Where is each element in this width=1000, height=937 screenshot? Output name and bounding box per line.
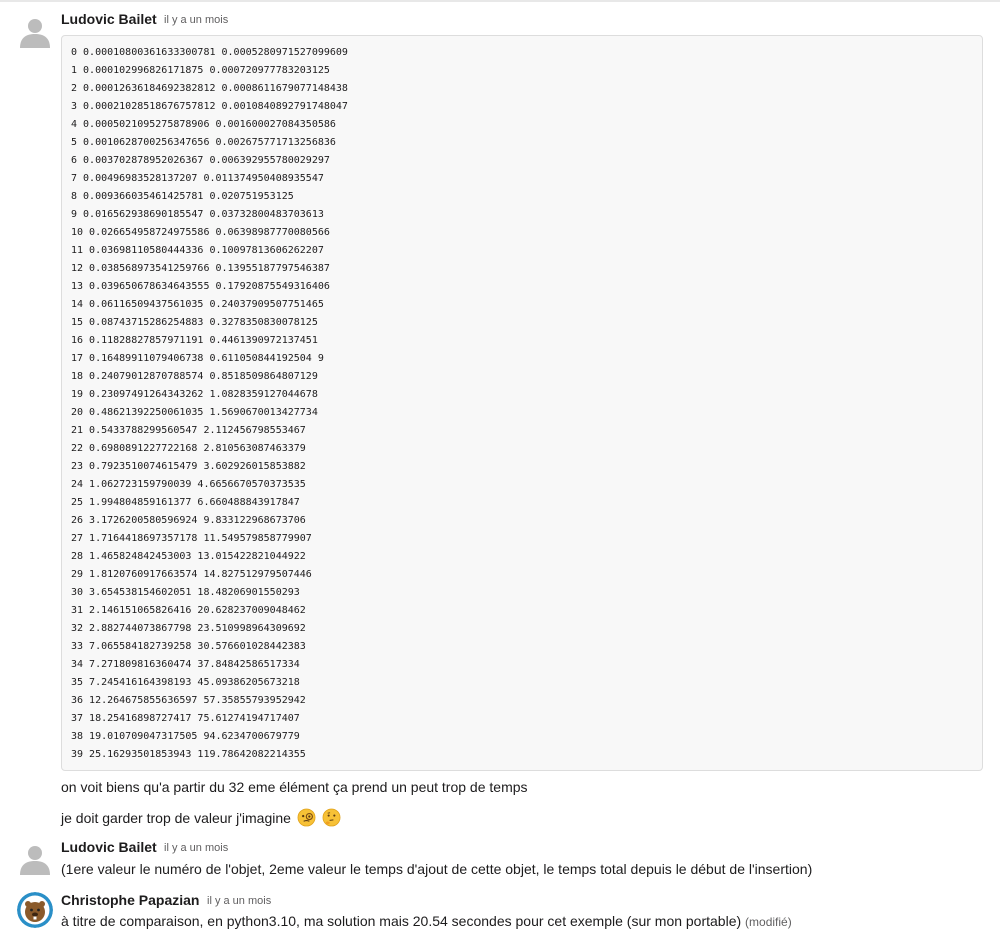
edited-label: (modifié) [745, 915, 792, 929]
code-line: 19 0.23097491264343262 1.082835912704467… [71, 389, 318, 400]
code-line: 25 1.994804859161377 6.660488843917847 [71, 497, 300, 508]
message-text-container: à titre de comparaison, en python3.10, m… [61, 913, 792, 929]
code-line: 30 3.654538154602051 18.48206901550293 [71, 587, 300, 598]
code-line: 5 0.0010628700256347656 0.00267577171325… [71, 137, 336, 148]
code-line: 9 0.016562938690185547 0.037328004837036… [71, 209, 324, 220]
default-avatar-icon [17, 14, 53, 50]
code-line: 4 0.0005021095275878906 0.00160002708435… [71, 119, 336, 130]
code-line: 18 0.24079012870788574 0.851850986480712… [71, 371, 318, 382]
code-line: 28 1.465824842453003 13.015422821044922 [71, 551, 306, 562]
beaver-avatar-icon [17, 892, 53, 928]
user-avatar[interactable] [17, 14, 53, 50]
code-line: 23 0.7923510074615479 3.602926015853882 [71, 461, 306, 472]
code-line: 10 0.026654958724975586 0.06398987770080… [71, 227, 330, 238]
message-timestamp[interactable]: il y a un mois [164, 14, 228, 26]
code-line: 15 0.08743715286254883 0.327835083007812… [71, 317, 318, 328]
code-line: 13 0.039650678634643555 0.17920875549316… [71, 281, 330, 292]
code-line: 20 0.48621392250061035 1.569067001342773… [71, 407, 318, 418]
code-line: 3 0.00021028518676757812 0.0010840892791… [71, 101, 348, 112]
code-line: 7 0.00496983528137207 0.0113749504089355… [71, 173, 324, 184]
code-line: 34 7.271809816360474 37.84842586517334 [71, 659, 300, 670]
code-line: 35 7.245416164398193 45.09386205673218 [71, 677, 300, 688]
code-line: 12 0.038568973541259766 0.13955187797546… [71, 263, 330, 274]
code-line: 26 3.1726200580596924 9.833122968673706 [71, 515, 306, 526]
code-line: 17 0.16489911079406738 0.611050844192504… [71, 353, 324, 364]
message-author[interactable]: Ludovic Bailet [61, 11, 157, 27]
code-line: 32 2.882744073867798 23.510998964309692 [71, 623, 306, 634]
code-line: 38 19.010709047317505 94.6234700679779 [71, 731, 300, 742]
code-line: 0 0.00010800361633300781 0.0005280971527… [71, 47, 348, 58]
code-line: 37 18.25416898727417 75.61274194717407 [71, 713, 300, 724]
code-line: 39 25.16293501853943 119.78642082214355 [71, 749, 306, 760]
code-line: 14 0.06116509437561035 0.240379095077514… [71, 299, 324, 310]
default-avatar-icon [17, 841, 53, 877]
code-line: 2 0.00012636184692382812 0.0008611679077… [71, 83, 348, 94]
message-timestamp[interactable]: il y a un mois [207, 895, 271, 907]
face-with-monocle-icon [297, 808, 316, 827]
code-line: 21 0.5433788299560547 2.112456798553467 [71, 425, 306, 436]
message-text-with-emoji: je doit garder trop de valeur j'imagine [61, 808, 341, 827]
code-line: 1 0.000102996826171875 0.000720977783203… [71, 65, 330, 76]
user-avatar[interactable] [17, 841, 53, 877]
code-line: 31 2.146151065826416 20.628237009048462 [71, 605, 306, 616]
message-text: (1ere valeur le numéro de l'objet, 2eme … [61, 861, 813, 877]
code-lines: 0 0.00010800361633300781 0.0005280971527… [71, 44, 973, 764]
message-author[interactable]: Christophe Papazian [61, 892, 199, 908]
code-line: 22 0.6980891227722168 2.810563087463379 [71, 443, 306, 454]
code-line: 8 0.009366035461425781 0.020751953125 [71, 191, 294, 202]
top-divider [0, 0, 1000, 2]
code-line: 33 7.065584182739258 30.576601028442383 [71, 641, 306, 652]
message-text: à titre de comparaison, en python3.10, m… [61, 913, 742, 929]
message-timestamp[interactable]: il y a un mois [164, 842, 228, 854]
message-text: je doit garder trop de valeur j'imagine [61, 810, 291, 826]
code-line: 24 1.062723159790039 4.6656670570373535 [71, 479, 306, 490]
code-line: 36 12.264675855636597 57.35855793952942 [71, 695, 306, 706]
code-line: 6 0.003702878952026367 0.006392955780029… [71, 155, 330, 166]
code-line: 11 0.03698110580444336 0.100978136062622… [71, 245, 324, 256]
code-line: 27 1.7164418697357178 11.549579858779907 [71, 533, 312, 544]
user-avatar[interactable] [17, 892, 53, 928]
message-text: on voit biens qu'a partir du 32 eme élém… [61, 779, 528, 795]
message-author[interactable]: Ludovic Bailet [61, 839, 157, 855]
code-block: 0 0.00010800361633300781 0.0005280971527… [61, 35, 983, 771]
code-line: 16 0.11828827857971191 0.446139097213745… [71, 335, 318, 346]
code-line: 29 1.8120760917663574 14.827512979507446 [71, 569, 312, 580]
thinking-face-icon [322, 808, 341, 827]
